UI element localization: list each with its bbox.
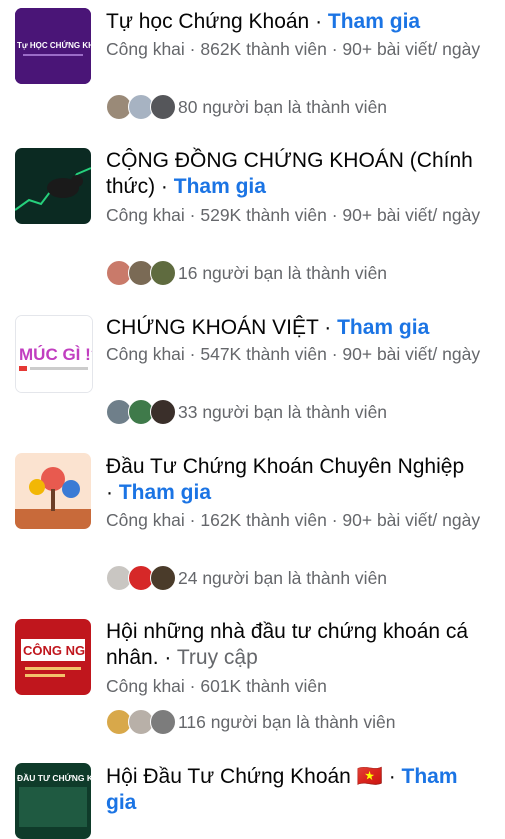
join-button[interactable]: Tham gia	[328, 10, 420, 33]
illustration-image	[15, 453, 91, 529]
thumb-text: ĐẦU TƯ CHỨNG KHOÁ	[17, 772, 91, 783]
join-button[interactable]: Tham gia	[174, 175, 266, 198]
visit-button[interactable]: Truy cập	[177, 646, 258, 669]
friend-avatars	[106, 94, 176, 120]
friends-row: 24 người bạn là thành viên	[106, 564, 387, 592]
friends-count-text: 116 người bạn là thành viên	[178, 711, 396, 732]
friends-row: 16 người bạn là thành viên	[106, 259, 387, 287]
group-title[interactable]: Đầu Tư Chứng Khoán Chuyên Nghiệp · Tham …	[106, 454, 475, 506]
group-meta: Công khai · 547K thành viên · 90+ bài vi…	[106, 344, 481, 364]
friend-avatars	[106, 709, 176, 735]
thumb-text: Tự HỌC CHỨNG KHO	[17, 41, 91, 50]
group-name[interactable]: Đầu Tư Chứng Khoán Chuyên Nghiệp	[106, 455, 464, 478]
group-title[interactable]: Tự học Chứng Khoán · Tham gia	[106, 9, 475, 35]
bull-image	[15, 148, 91, 224]
friend-avatars	[106, 399, 176, 425]
group-thumbnail[interactable]: MÚC GÌ !?	[15, 315, 93, 393]
friend-avatars	[106, 260, 176, 286]
separator-dot: ·	[382, 765, 402, 788]
group-cover-image: Tự HỌC CHỨNG KHO	[15, 8, 91, 84]
group-cover-image: MÚC GÌ !?	[16, 316, 92, 392]
group-name[interactable]: Hội Đầu Tư Chứng Khoán 🇻🇳	[106, 765, 383, 788]
separator-dot: ·	[318, 316, 338, 339]
avatar	[150, 94, 176, 120]
avatar	[150, 565, 176, 591]
avatar	[150, 399, 176, 425]
thumb-text: CÔNG NGHỆ	[23, 643, 91, 658]
group-title[interactable]: CHỨNG KHOÁN VIỆT · Tham gia	[106, 315, 475, 341]
group-cover-image: ĐẦU TƯ CHỨNG KHOÁ	[15, 763, 91, 839]
group-meta: Công khai · 162K thành viên · 90+ bài vi…	[106, 510, 481, 530]
group-thumbnail[interactable]: ĐẦU TƯ CHỨNG KHOÁ	[15, 763, 91, 839]
group-thumbnail[interactable]	[15, 148, 91, 224]
group-title[interactable]: Hội Đầu Tư Chứng Khoán 🇻🇳 · Tham gia	[106, 764, 475, 816]
group-meta: Công khai · 601K thành viên	[106, 676, 327, 696]
group-thumbnail[interactable]: Tự HỌC CHỨNG KHO	[15, 8, 91, 84]
separator-dot: ·	[158, 646, 177, 669]
separator-dot: ·	[106, 481, 119, 504]
separator-dot: ·	[309, 10, 328, 33]
group-thumbnail[interactable]	[15, 453, 91, 529]
friends-count-text: 33 người bạn là thành viên	[178, 401, 388, 422]
group-meta: Công khai · 529K thành viên · 90+ bài vi…	[106, 205, 481, 225]
separator-dot: ·	[155, 175, 174, 198]
join-button[interactable]: Tham gia	[119, 481, 211, 504]
join-button[interactable]: Tham gia	[337, 316, 429, 339]
group-title[interactable]: Hội những nhà đầu tư chứng khoán cá nhân…	[106, 619, 475, 671]
group-name[interactable]: CHỨNG KHOÁN VIỆT	[106, 316, 318, 339]
friend-avatars	[106, 565, 176, 591]
group-cover-image: CÔNG NGHỆ	[15, 619, 91, 695]
thumb-text: MÚC GÌ !?	[19, 345, 92, 364]
group-name[interactable]: Tự học Chứng Khoán	[106, 10, 309, 33]
friends-count-text: 80 người bạn là thành viên	[178, 96, 388, 117]
friends-row: 33 người bạn là thành viên	[106, 398, 387, 426]
friends-count-text: 16 người bạn là thành viên	[178, 262, 388, 283]
friends-row: 116 người bạn là thành viên	[106, 708, 395, 736]
group-title[interactable]: CỘNG ĐỒNG CHỨNG KHOÁN (Chính thức) · Tha…	[106, 148, 475, 200]
friends-count-text: 24 người bạn là thành viên	[178, 567, 388, 588]
group-meta: Công khai · 862K thành viên · 90+ bài vi…	[106, 39, 481, 59]
group-thumbnail[interactable]: CÔNG NGHỆ	[15, 619, 91, 695]
avatar	[150, 260, 176, 286]
friends-row: 80 người bạn là thành viên	[106, 93, 387, 121]
avatar	[150, 709, 176, 735]
